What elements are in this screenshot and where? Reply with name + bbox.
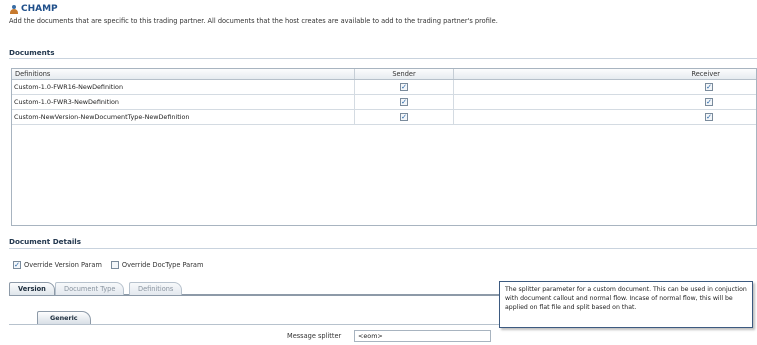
document-details-section-title: Document Details [9,237,82,246]
column-header-receiver[interactable]: Receiver [454,69,756,79]
tab-definitions[interactable]: Definitions [129,282,183,295]
receiver-cell: ✓ [454,95,756,109]
column-header-definitions[interactable]: Definitions [12,69,355,79]
definition-cell: Custom-1.0-FWR16-NewDefinition [12,80,355,94]
section-divider [9,248,757,249]
column-header-sender[interactable]: Sender [355,69,454,79]
override-version-checkbox[interactable]: ✓ [13,261,21,269]
override-doctype-label: Override DocType Param [121,261,204,269]
receiver-checkbox[interactable]: ✓ [705,113,713,121]
help-tooltip: The splitter parameter for a custom docu… [499,281,753,328]
tab-version[interactable]: Version [9,282,55,295]
table-header: Definitions Sender Receiver [12,69,756,80]
tab-generic[interactable]: Generic [37,311,91,324]
table-row[interactable]: Custom-NewVersion-NewDocumentType-NewDef… [12,110,756,125]
sender-cell: ✓ [355,95,454,109]
documents-section-title: Documents [9,48,55,57]
receiver-cell: ✓ [454,110,756,124]
detail-tabs: Version Document Type Definitions [9,282,501,296]
override-doctype-checkbox[interactable] [110,261,119,269]
message-splitter-input[interactable] [354,330,491,342]
override-version-label: Override Version Param [24,261,102,269]
sender-cell: ✓ [355,80,454,94]
page-subtitle: Add the documents that are specific to t… [9,17,498,25]
section-divider [9,58,757,59]
tab-document-type[interactable]: Document Type [55,282,125,295]
page-header: CHAMP [9,4,58,14]
receiver-cell: ✓ [454,80,756,94]
table-row[interactable]: Custom-1.0-FWR16-NewDefinition ✓ ✓ [12,80,756,95]
sender-checkbox[interactable]: ✓ [400,113,408,121]
receiver-checkbox[interactable]: ✓ [705,98,713,106]
override-options: ✓ Override Version Param Override DocTyp… [13,261,209,269]
definition-cell: Custom-NewVersion-NewDocumentType-NewDef… [12,110,355,124]
page-title: CHAMP [21,4,58,14]
table-row[interactable]: Custom-1.0-FWR3-NewDefinition ✓ ✓ [12,95,756,110]
message-splitter-label: Message splitter [287,332,342,340]
sender-checkbox[interactable]: ✓ [400,98,408,106]
sender-checkbox[interactable]: ✓ [400,83,408,91]
definition-cell: Custom-1.0-FWR3-NewDefinition [12,95,355,109]
documents-table: Definitions Sender Receiver Custom-1.0-F… [11,68,757,226]
receiver-checkbox[interactable]: ✓ [705,83,713,91]
sub-tabs: Generic [9,311,501,325]
user-icon [9,4,18,14]
sender-cell: ✓ [355,110,454,124]
